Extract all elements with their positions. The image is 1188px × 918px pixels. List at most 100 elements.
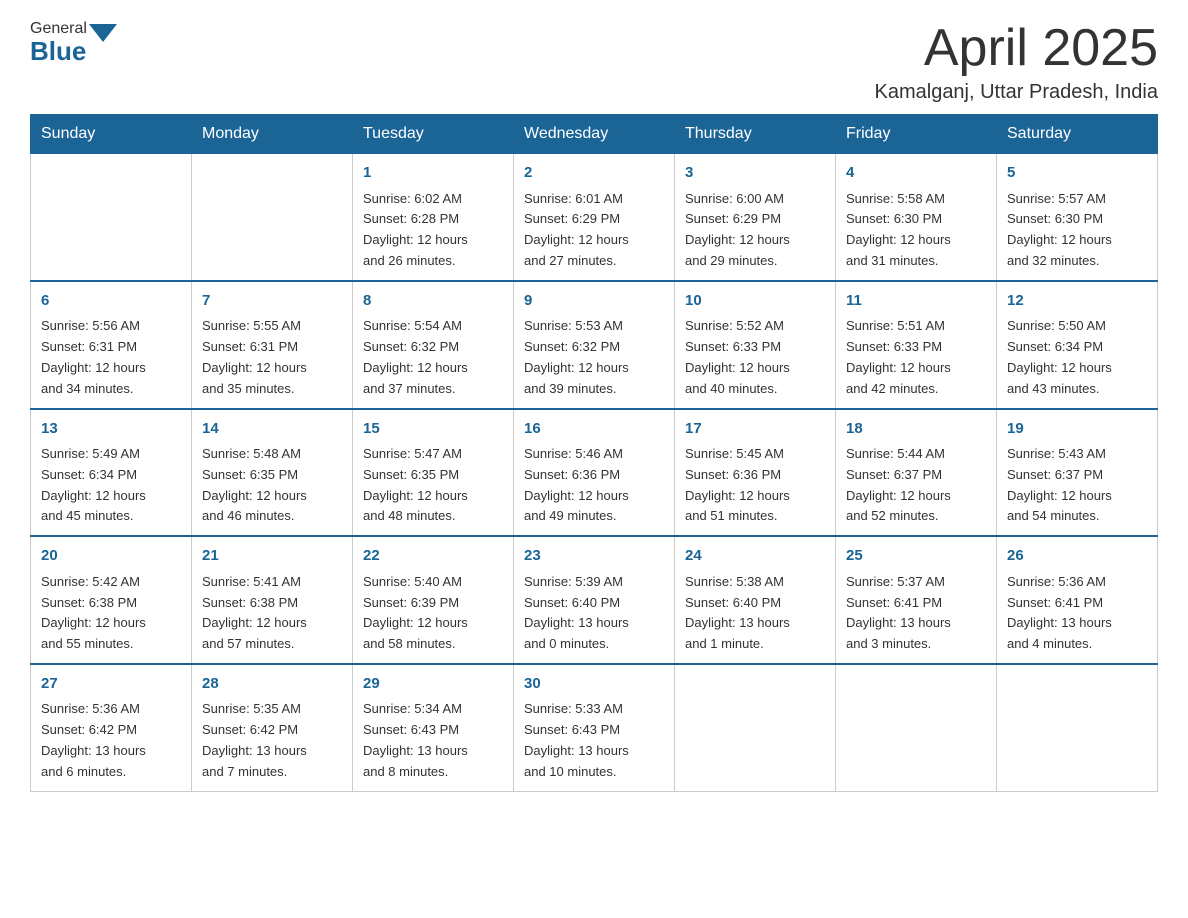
logo: General Blue <box>30 20 119 67</box>
day-info: Sunrise: 5:36 AMSunset: 6:41 PMDaylight:… <box>1007 572 1147 655</box>
day-info: Sunrise: 5:57 AMSunset: 6:30 PMDaylight:… <box>1007 189 1147 272</box>
calendar-week-row: 13 Sunrise: 5:49 AMSunset: 6:34 PMDayligh… <box>31 409 1158 537</box>
calendar-cell: 29 Sunrise: 5:34 AMSunset: 6:43 PMDayligh… <box>353 664 514 791</box>
calendar-cell: 21 Sunrise: 5:41 AMSunset: 6:38 PMDayligh… <box>192 536 353 664</box>
month-title: April 2025 <box>875 20 1159 77</box>
day-info: Sunrise: 5:56 AMSunset: 6:31 PMDaylight:… <box>41 316 181 399</box>
day-header-saturday: Saturday <box>997 115 1158 154</box>
calendar-week-row: 1 Sunrise: 6:02 AMSunset: 6:28 PMDaylight… <box>31 154 1158 281</box>
day-info: Sunrise: 5:41 AMSunset: 6:38 PMDaylight:… <box>202 572 342 655</box>
calendar-cell <box>192 154 353 281</box>
day-info: Sunrise: 5:37 AMSunset: 6:41 PMDaylight:… <box>846 572 986 655</box>
day-info: Sunrise: 5:46 AMSunset: 6:36 PMDaylight:… <box>524 444 664 527</box>
calendar-cell <box>31 154 192 281</box>
calendar-header-row: SundayMondayTuesdayWednesdayThursdayFrid… <box>31 115 1158 154</box>
day-number: 20 <box>41 545 181 568</box>
calendar-cell: 7 Sunrise: 5:55 AMSunset: 6:31 PMDaylight… <box>192 281 353 409</box>
calendar-cell: 2Sunrise: 6:01 AMSunset: 6:29 PMDaylight… <box>514 154 675 281</box>
day-info: Sunrise: 5:49 AMSunset: 6:34 PMDaylight:… <box>41 444 181 527</box>
calendar-cell: 11Sunrise: 5:51 AMSunset: 6:33 PMDayligh… <box>836 281 997 409</box>
calendar-cell: 6 Sunrise: 5:56 AMSunset: 6:31 PMDaylight… <box>31 281 192 409</box>
day-number: 5 <box>1007 162 1147 185</box>
calendar-week-row: 27Sunrise: 5:36 AMSunset: 6:42 PMDayligh… <box>31 664 1158 791</box>
day-number: 1 <box>363 162 503 185</box>
day-number: 6 <box>41 290 181 313</box>
day-info: Sunrise: 5:35 AMSunset: 6:42 PMDaylight:… <box>202 699 342 782</box>
day-number: 7 <box>202 290 342 313</box>
calendar-table: SundayMondayTuesdayWednesdayThursdayFrid… <box>30 114 1158 791</box>
calendar-cell: 18 Sunrise: 5:44 AMSunset: 6:37 PMDayligh… <box>836 409 997 537</box>
calendar-cell: 1 Sunrise: 6:02 AMSunset: 6:28 PMDaylight… <box>353 154 514 281</box>
day-number: 19 <box>1007 418 1147 441</box>
day-header-tuesday: Tuesday <box>353 115 514 154</box>
day-number: 9 <box>524 290 664 313</box>
day-number: 12 <box>1007 290 1147 313</box>
calendar-cell: 5 Sunrise: 5:57 AMSunset: 6:30 PMDaylight… <box>997 154 1158 281</box>
day-number: 15 <box>363 418 503 441</box>
day-number: 13 <box>41 418 181 441</box>
calendar-cell: 12 Sunrise: 5:50 AMSunset: 6:34 PMDayligh… <box>997 281 1158 409</box>
day-header-monday: Monday <box>192 115 353 154</box>
calendar-cell: 23 Sunrise: 5:39 AMSunset: 6:40 PMDayligh… <box>514 536 675 664</box>
calendar-cell: 19 Sunrise: 5:43 AMSunset: 6:37 PMDayligh… <box>997 409 1158 537</box>
day-info: Sunrise: 5:40 AMSunset: 6:39 PMDaylight:… <box>363 572 503 655</box>
calendar-cell: 9Sunrise: 5:53 AMSunset: 6:32 PMDaylight… <box>514 281 675 409</box>
calendar-cell: 13 Sunrise: 5:49 AMSunset: 6:34 PMDayligh… <box>31 409 192 537</box>
day-info: Sunrise: 5:52 AMSunset: 6:33 PMDaylight:… <box>685 316 825 399</box>
day-info: Sunrise: 6:01 AMSunset: 6:29 PMDaylight:… <box>524 189 664 272</box>
calendar-cell <box>675 664 836 791</box>
day-number: 23 <box>524 545 664 568</box>
day-info: Sunrise: 5:58 AMSunset: 6:30 PMDaylight:… <box>846 189 986 272</box>
day-number: 25 <box>846 545 986 568</box>
calendar-cell: 24 Sunrise: 5:38 AMSunset: 6:40 PMDayligh… <box>675 536 836 664</box>
day-number: 3 <box>685 162 825 185</box>
day-number: 29 <box>363 673 503 696</box>
day-header-sunday: Sunday <box>31 115 192 154</box>
calendar-cell: 27Sunrise: 5:36 AMSunset: 6:42 PMDayligh… <box>31 664 192 791</box>
day-info: Sunrise: 5:44 AMSunset: 6:37 PMDaylight:… <box>846 444 986 527</box>
day-info: Sunrise: 6:02 AMSunset: 6:28 PMDaylight:… <box>363 189 503 272</box>
day-info: Sunrise: 5:47 AMSunset: 6:35 PMDaylight:… <box>363 444 503 527</box>
day-number: 26 <box>1007 545 1147 568</box>
day-number: 4 <box>846 162 986 185</box>
day-header-friday: Friday <box>836 115 997 154</box>
day-info: Sunrise: 5:33 AMSunset: 6:43 PMDaylight:… <box>524 699 664 782</box>
day-info: Sunrise: 5:55 AMSunset: 6:31 PMDaylight:… <box>202 316 342 399</box>
day-number: 18 <box>846 418 986 441</box>
day-info: Sunrise: 5:45 AMSunset: 6:36 PMDaylight:… <box>685 444 825 527</box>
location-subtitle: Kamalganj, Uttar Pradesh, India <box>875 81 1159 104</box>
day-info: Sunrise: 5:38 AMSunset: 6:40 PMDaylight:… <box>685 572 825 655</box>
day-number: 30 <box>524 673 664 696</box>
day-info: Sunrise: 5:50 AMSunset: 6:34 PMDaylight:… <box>1007 316 1147 399</box>
day-number: 22 <box>363 545 503 568</box>
day-info: Sunrise: 5:43 AMSunset: 6:37 PMDaylight:… <box>1007 444 1147 527</box>
calendar-cell <box>997 664 1158 791</box>
day-info: Sunrise: 5:48 AMSunset: 6:35 PMDaylight:… <box>202 444 342 527</box>
day-number: 17 <box>685 418 825 441</box>
calendar-cell: 4 Sunrise: 5:58 AMSunset: 6:30 PMDaylight… <box>836 154 997 281</box>
day-info: Sunrise: 6:00 AMSunset: 6:29 PMDaylight:… <box>685 189 825 272</box>
calendar-cell: 22 Sunrise: 5:40 AMSunset: 6:39 PMDayligh… <box>353 536 514 664</box>
day-info: Sunrise: 5:34 AMSunset: 6:43 PMDaylight:… <box>363 699 503 782</box>
day-number: 27 <box>41 673 181 696</box>
calendar-cell: 17 Sunrise: 5:45 AMSunset: 6:36 PMDayligh… <box>675 409 836 537</box>
calendar-week-row: 20 Sunrise: 5:42 AMSunset: 6:38 PMDayligh… <box>31 536 1158 664</box>
day-number: 21 <box>202 545 342 568</box>
calendar-cell: 26 Sunrise: 5:36 AMSunset: 6:41 PMDayligh… <box>997 536 1158 664</box>
title-section: April 2025 Kamalganj, Uttar Pradesh, Ind… <box>875 20 1159 104</box>
calendar-cell: 3 Sunrise: 6:00 AMSunset: 6:29 PMDaylight… <box>675 154 836 281</box>
day-number: 8 <box>363 290 503 313</box>
calendar-cell: 28Sunrise: 5:35 AMSunset: 6:42 PMDayligh… <box>192 664 353 791</box>
calendar-cell: 8 Sunrise: 5:54 AMSunset: 6:32 PMDaylight… <box>353 281 514 409</box>
calendar-cell: 25 Sunrise: 5:37 AMSunset: 6:41 PMDayligh… <box>836 536 997 664</box>
day-info: Sunrise: 5:42 AMSunset: 6:38 PMDaylight:… <box>41 572 181 655</box>
logo-arrow-icon <box>89 24 117 42</box>
calendar-cell: 15 Sunrise: 5:47 AMSunset: 6:35 PMDayligh… <box>353 409 514 537</box>
calendar-cell: 10Sunrise: 5:52 AMSunset: 6:33 PMDayligh… <box>675 281 836 409</box>
calendar-cell: 30 Sunrise: 5:33 AMSunset: 6:43 PMDayligh… <box>514 664 675 791</box>
calendar-cell <box>836 664 997 791</box>
day-number: 24 <box>685 545 825 568</box>
logo-blue-text: Blue <box>30 36 86 67</box>
day-info: Sunrise: 5:39 AMSunset: 6:40 PMDaylight:… <box>524 572 664 655</box>
day-info: Sunrise: 5:54 AMSunset: 6:32 PMDaylight:… <box>363 316 503 399</box>
